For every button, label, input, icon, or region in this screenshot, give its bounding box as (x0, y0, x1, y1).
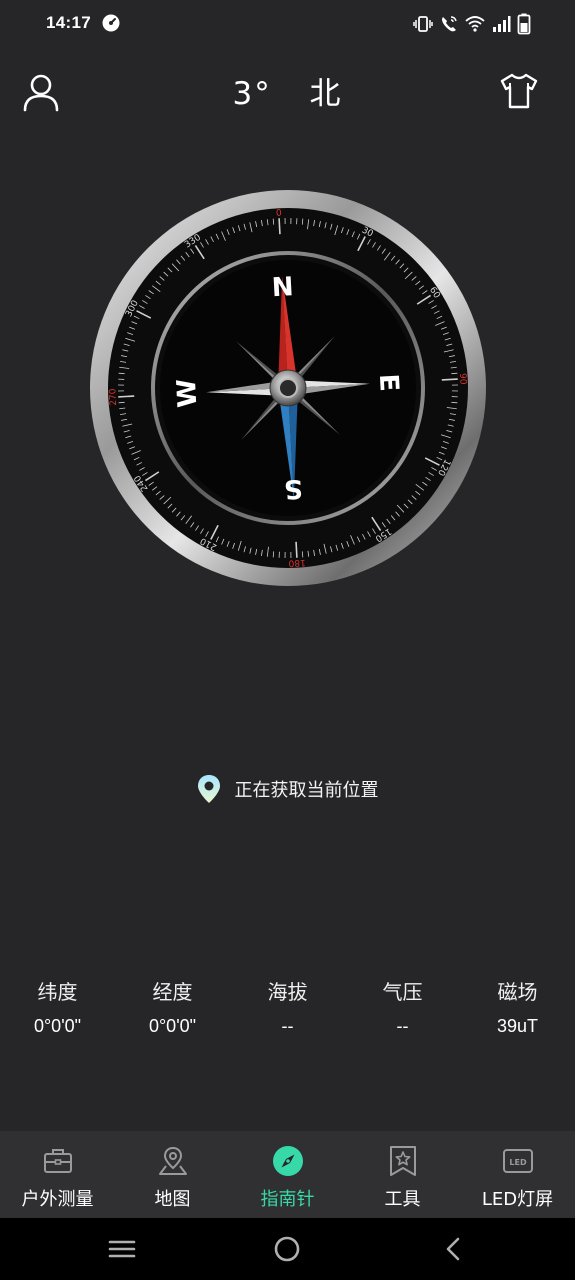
nav-label: 户外测量 (21, 1189, 94, 1210)
dial-tick (451, 384, 458, 386)
nav-label: 地图 (154, 1189, 191, 1210)
nav-label: LED灯屏 (481, 1189, 554, 1210)
dial-tick (118, 395, 135, 398)
metric-value: 0°0'0" (148, 1016, 197, 1036)
nav-item-compass[interactable]: 指南针 (230, 1131, 345, 1218)
shirt-icon[interactable] (499, 72, 539, 110)
metric-value: 39uT (496, 1016, 539, 1036)
dial-label: 90 (457, 373, 468, 385)
metrics-row: 纬度 0°0'0" 经度 0°0'0" 海拔 -- 气压 -- 磁场 39uT (0, 976, 575, 1037)
dial-label: 0 (276, 209, 283, 219)
metric-value: -- (281, 1016, 294, 1036)
location-text: 正在获取当前位置 (234, 780, 379, 801)
dial-label: 180 (288, 557, 306, 568)
dial-tick (301, 551, 304, 558)
status-bar: 14:17 (0, 0, 575, 48)
compass-hub-center (278, 378, 298, 398)
nav-label: 工具 (384, 1189, 421, 1210)
location-status: 正在获取当前位置 (0, 774, 575, 804)
dial-tick (284, 218, 286, 225)
dial-tick (441, 378, 458, 381)
metric-value: 0°0'0" (33, 1016, 82, 1036)
location-pin-icon (197, 775, 220, 803)
dial-tick (290, 218, 292, 225)
nav-item-led[interactable]: LED LED灯屏 (460, 1131, 575, 1218)
dial-tick (118, 401, 125, 404)
dial-tick (295, 541, 298, 558)
vibrate-icon (413, 16, 433, 32)
metric-label: 经度 (152, 980, 193, 1004)
metric-latitude: 纬度 0°0'0" (0, 976, 115, 1037)
nav-item-map[interactable]: 地图 (115, 1131, 230, 1218)
heading-readout: 3° 北 (0, 68, 575, 113)
compass-svg: 0306090120150180210240270300330 NESW (90, 190, 486, 586)
system-nav (0, 1218, 575, 1280)
svg-text:LED: LED (509, 1158, 527, 1167)
signal-icon (493, 16, 511, 32)
back-icon[interactable] (438, 1236, 468, 1262)
compass-dial: 0 30 60 90 120 150 180 210 240 270 300 330 NESW (88, 188, 488, 588)
metric-label: 磁场 (497, 980, 538, 1004)
nav-label: 指南针 (260, 1189, 315, 1210)
battery-icon (517, 13, 531, 35)
dial-tick (451, 372, 458, 375)
bottom-nav: 户外测量 地图 指南针 工具 LED LED灯屏 (0, 1131, 575, 1218)
metric-label: 气压 (382, 980, 423, 1004)
metric-pressure: 气压 -- (345, 976, 460, 1037)
metric-magnetic-field: 磁场 39uT (460, 976, 575, 1037)
metric-altitude: 海拔 -- (230, 976, 345, 1037)
heading-degree: 3° (232, 76, 272, 112)
heading-direction: 北 (309, 76, 343, 112)
wifi-icon (465, 16, 485, 32)
toolbox-icon (43, 1149, 72, 1173)
compass-icon (272, 1146, 303, 1176)
cardinal-letter: N (271, 272, 294, 303)
led-icon: LED (502, 1149, 533, 1173)
nav-item-outdoor[interactable]: 户外测量 (0, 1131, 115, 1218)
dial-tick (284, 551, 286, 558)
dial-label: 270 (108, 388, 119, 406)
cardinal-letter: S (283, 473, 303, 504)
cardinal-letter: E (373, 373, 404, 392)
header: 3° 北 (0, 60, 575, 124)
dial-tick (451, 390, 458, 392)
metric-value: -- (396, 1016, 409, 1036)
wifi-calling-icon (442, 16, 457, 32)
dial-tick (118, 390, 125, 392)
dial-tick (290, 551, 292, 558)
dial-tick (272, 218, 275, 225)
dial-tick (278, 218, 281, 235)
metric-label: 海拔 (267, 980, 308, 1004)
status-icons (413, 13, 531, 35)
nav-item-tools[interactable]: 工具 (345, 1131, 460, 1218)
home-icon[interactable] (272, 1234, 302, 1264)
map-pin-icon (158, 1146, 187, 1175)
app-notification-icon (102, 14, 120, 32)
bookmark-star-icon (389, 1146, 416, 1176)
metric-label: 纬度 (37, 980, 78, 1004)
dial-tick (118, 384, 125, 386)
cardinal-letter: W (172, 378, 203, 408)
menu-icon[interactable] (107, 1236, 137, 1262)
status-time: 14:17 (46, 13, 91, 32)
metric-longitude: 经度 0°0'0" (115, 976, 230, 1037)
